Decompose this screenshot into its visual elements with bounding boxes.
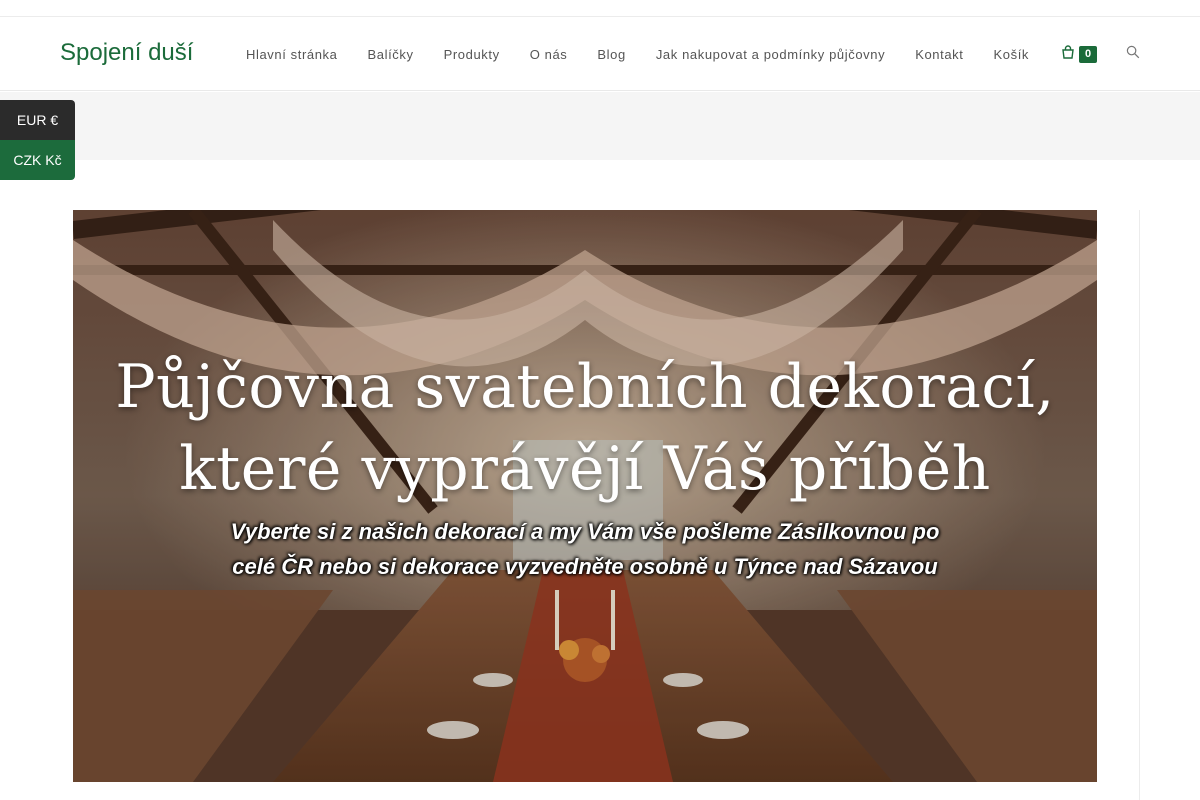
main-nav: Hlavní stránka Balíčky Produkty O nás Bl… (231, 17, 1140, 91)
nav-item-cart[interactable]: Košík (979, 47, 1045, 62)
nav-item-about[interactable]: O nás (515, 47, 583, 62)
nav-item-packages[interactable]: Balíčky (353, 47, 429, 62)
hero-subtitle-line-2: celé ČR nebo si dekorace vyzvedněte osob… (232, 554, 938, 579)
top-bar (0, 0, 1200, 17)
cart-button[interactable]: 0 (1044, 44, 1112, 64)
search-button[interactable] (1112, 45, 1140, 64)
page-header-band (0, 92, 1200, 160)
site-header: Spojení duší Hlavní stránka Balíčky Prod… (0, 17, 1200, 91)
site-logo[interactable]: Spojení duší (60, 39, 193, 67)
cart-count-badge: 0 (1079, 45, 1098, 63)
hero-title-line-2: které vyprávějí Váš příběh (179, 434, 991, 504)
hero-subtitle-line-1: Vyberte si z našich dekorací a my Vám vš… (230, 519, 940, 544)
nav-item-blog[interactable]: Blog (582, 47, 640, 62)
nav-item-products[interactable]: Produkty (429, 47, 515, 62)
hero-banner: Půjčovna svatebních dekorací, které vypr… (73, 210, 1097, 782)
shopping-bag-icon (1061, 44, 1075, 64)
nav-item-how-to-buy[interactable]: Jak nakupovat a podmínky půjčovny (641, 47, 900, 62)
currency-eur-button[interactable]: EUR € (0, 100, 75, 140)
currency-switcher: EUR € CZK Kč (0, 100, 75, 180)
currency-czk-button[interactable]: CZK Kč (0, 140, 75, 180)
hero-subtitle: Vyberte si z našich dekorací a my Vám vš… (193, 514, 977, 584)
sidebar-divider (1139, 210, 1140, 800)
nav-item-contact[interactable]: Kontakt (900, 47, 978, 62)
hero-title: Půjčovna svatebních dekorací, které vypr… (73, 346, 1097, 510)
nav-item-home[interactable]: Hlavní stránka (231, 47, 353, 62)
hero-title-line-1: Půjčovna svatebních dekorací, (115, 352, 1055, 422)
search-icon (1126, 45, 1140, 64)
